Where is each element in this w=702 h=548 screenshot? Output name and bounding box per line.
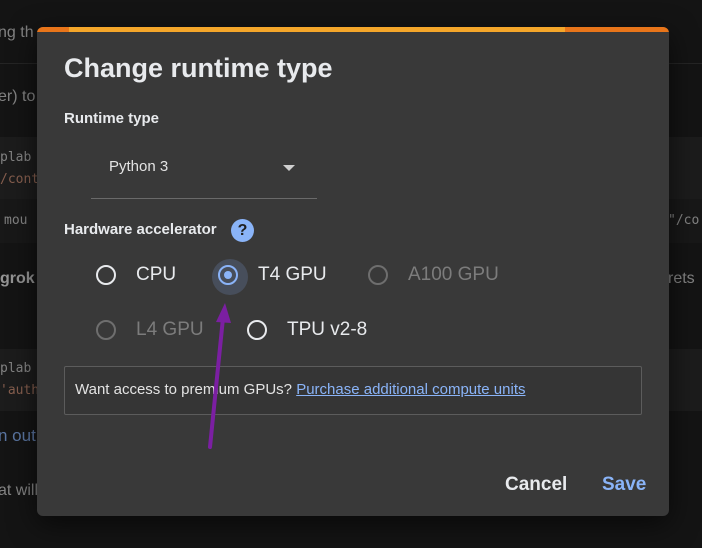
annotation-arrow-icon: [208, 303, 231, 449]
